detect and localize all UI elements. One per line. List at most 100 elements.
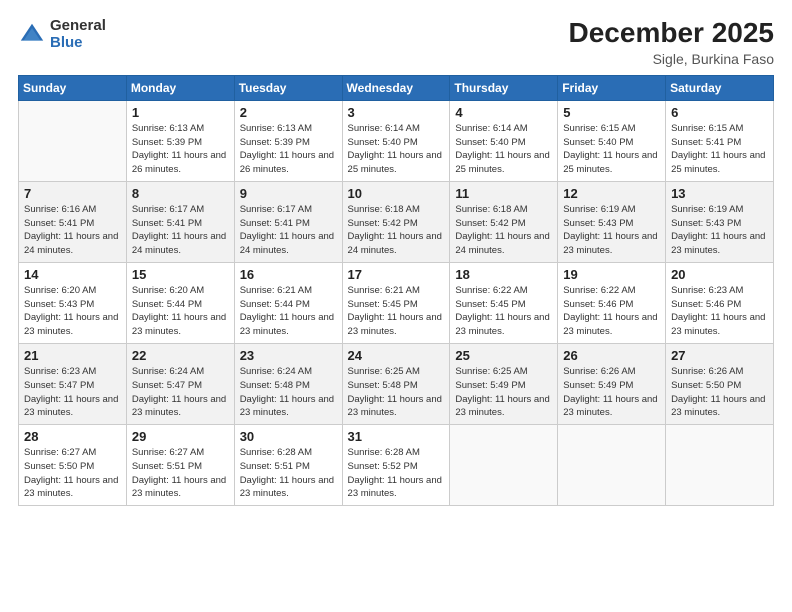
calendar-cell: 6 Sunrise: 6:15 AMSunset: 5:41 PMDaylight… xyxy=(666,100,774,181)
calendar-week-row: 21 Sunrise: 6:23 AMSunset: 5:47 PMDayligh… xyxy=(19,343,774,424)
day-info: Sunrise: 6:25 AMSunset: 5:49 PMDaylight:… xyxy=(455,365,552,420)
day-number: 28 xyxy=(24,429,121,444)
day-info: Sunrise: 6:19 AMSunset: 5:43 PMDaylight:… xyxy=(563,203,660,258)
day-info: Sunrise: 6:22 AMSunset: 5:46 PMDaylight:… xyxy=(563,284,660,339)
day-number: 26 xyxy=(563,348,660,363)
calendar-cell xyxy=(558,425,666,506)
page-container: General Blue December 2025 Sigle, Burkin… xyxy=(0,0,792,612)
day-number: 6 xyxy=(671,105,768,120)
calendar-weekday-tuesday: Tuesday xyxy=(234,75,342,100)
subtitle: Sigle, Burkina Faso xyxy=(569,51,774,67)
day-number: 14 xyxy=(24,267,121,282)
day-number: 21 xyxy=(24,348,121,363)
day-info: Sunrise: 6:20 AMSunset: 5:44 PMDaylight:… xyxy=(132,284,229,339)
calendar-cell: 2 Sunrise: 6:13 AMSunset: 5:39 PMDaylight… xyxy=(234,100,342,181)
day-info: Sunrise: 6:13 AMSunset: 5:39 PMDaylight:… xyxy=(240,122,337,177)
day-info: Sunrise: 6:22 AMSunset: 5:45 PMDaylight:… xyxy=(455,284,552,339)
calendar-cell: 20 Sunrise: 6:23 AMSunset: 5:46 PMDayligh… xyxy=(666,262,774,343)
day-number: 19 xyxy=(563,267,660,282)
day-info: Sunrise: 6:25 AMSunset: 5:48 PMDaylight:… xyxy=(348,365,445,420)
calendar-cell xyxy=(666,425,774,506)
day-info: Sunrise: 6:27 AMSunset: 5:50 PMDaylight:… xyxy=(24,446,121,501)
day-number: 24 xyxy=(348,348,445,363)
calendar-cell: 8 Sunrise: 6:17 AMSunset: 5:41 PMDaylight… xyxy=(126,181,234,262)
title-section: December 2025 Sigle, Burkina Faso xyxy=(569,18,774,67)
calendar-cell: 9 Sunrise: 6:17 AMSunset: 5:41 PMDaylight… xyxy=(234,181,342,262)
day-number: 22 xyxy=(132,348,229,363)
day-info: Sunrise: 6:19 AMSunset: 5:43 PMDaylight:… xyxy=(671,203,768,258)
day-info: Sunrise: 6:21 AMSunset: 5:45 PMDaylight:… xyxy=(348,284,445,339)
calendar-cell: 17 Sunrise: 6:21 AMSunset: 5:45 PMDayligh… xyxy=(342,262,450,343)
calendar-cell: 4Sunrise: 6:14 AMSunset: 5:40 PMDaylight… xyxy=(450,100,558,181)
calendar-cell: 13Sunrise: 6:19 AMSunset: 5:43 PMDayligh… xyxy=(666,181,774,262)
day-info: Sunrise: 6:24 AMSunset: 5:48 PMDaylight:… xyxy=(240,365,337,420)
calendar-cell: 31Sunrise: 6:28 AMSunset: 5:52 PMDayligh… xyxy=(342,425,450,506)
calendar-weekday-wednesday: Wednesday xyxy=(342,75,450,100)
calendar-cell xyxy=(450,425,558,506)
day-number: 20 xyxy=(671,267,768,282)
logo-icon xyxy=(18,21,46,49)
calendar-cell: 21 Sunrise: 6:23 AMSunset: 5:47 PMDayligh… xyxy=(19,343,127,424)
calendar-cell: 22 Sunrise: 6:24 AMSunset: 5:47 PMDayligh… xyxy=(126,343,234,424)
day-number: 23 xyxy=(240,348,337,363)
calendar-cell: 30 Sunrise: 6:28 AMSunset: 5:51 PMDayligh… xyxy=(234,425,342,506)
day-number: 10 xyxy=(348,186,445,201)
calendar-header-row: SundayMondayTuesdayWednesdayThursdayFrid… xyxy=(19,75,774,100)
calendar-weekday-monday: Monday xyxy=(126,75,234,100)
calendar-cell: 18Sunrise: 6:22 AMSunset: 5:45 PMDayligh… xyxy=(450,262,558,343)
day-info: Sunrise: 6:16 AMSunset: 5:41 PMDaylight:… xyxy=(24,203,121,258)
calendar-cell: 27Sunrise: 6:26 AMSunset: 5:50 PMDayligh… xyxy=(666,343,774,424)
day-info: Sunrise: 6:21 AMSunset: 5:44 PMDaylight:… xyxy=(240,284,337,339)
calendar-cell: 10 Sunrise: 6:18 AMSunset: 5:42 PMDayligh… xyxy=(342,181,450,262)
logo-general-text: General xyxy=(50,18,106,35)
day-info: Sunrise: 6:20 AMSunset: 5:43 PMDaylight:… xyxy=(24,284,121,339)
calendar-weekday-sunday: Sunday xyxy=(19,75,127,100)
day-info: Sunrise: 6:23 AMSunset: 5:47 PMDaylight:… xyxy=(24,365,121,420)
calendar-cell: 5 Sunrise: 6:15 AMSunset: 5:40 PMDaylight… xyxy=(558,100,666,181)
day-number: 27 xyxy=(671,348,768,363)
day-number: 17 xyxy=(348,267,445,282)
header: General Blue December 2025 Sigle, Burkin… xyxy=(18,18,774,67)
day-info: Sunrise: 6:28 AMSunset: 5:52 PMDaylight:… xyxy=(348,446,445,501)
day-number: 8 xyxy=(132,186,229,201)
calendar-week-row: 1Sunrise: 6:13 AMSunset: 5:39 PMDaylight… xyxy=(19,100,774,181)
day-info: Sunrise: 6:24 AMSunset: 5:47 PMDaylight:… xyxy=(132,365,229,420)
day-number: 30 xyxy=(240,429,337,444)
calendar-cell: 11Sunrise: 6:18 AMSunset: 5:42 PMDayligh… xyxy=(450,181,558,262)
day-number: 12 xyxy=(563,186,660,201)
day-number: 5 xyxy=(563,105,660,120)
calendar-cell xyxy=(19,100,127,181)
day-info: Sunrise: 6:14 AMSunset: 5:40 PMDaylight:… xyxy=(455,122,552,177)
calendar-week-row: 28 Sunrise: 6:27 AMSunset: 5:50 PMDayligh… xyxy=(19,425,774,506)
logo-blue-text: Blue xyxy=(50,35,106,52)
day-number: 29 xyxy=(132,429,229,444)
day-number: 9 xyxy=(240,186,337,201)
day-info: Sunrise: 6:15 AMSunset: 5:41 PMDaylight:… xyxy=(671,122,768,177)
calendar-cell: 14 Sunrise: 6:20 AMSunset: 5:43 PMDayligh… xyxy=(19,262,127,343)
day-info: Sunrise: 6:18 AMSunset: 5:42 PMDaylight:… xyxy=(348,203,445,258)
calendar-weekday-thursday: Thursday xyxy=(450,75,558,100)
calendar-week-row: 7Sunrise: 6:16 AMSunset: 5:41 PMDaylight… xyxy=(19,181,774,262)
calendar-cell: 19 Sunrise: 6:22 AMSunset: 5:46 PMDayligh… xyxy=(558,262,666,343)
day-info: Sunrise: 6:15 AMSunset: 5:40 PMDaylight:… xyxy=(563,122,660,177)
day-info: Sunrise: 6:17 AMSunset: 5:41 PMDaylight:… xyxy=(132,203,229,258)
calendar-cell: 29Sunrise: 6:27 AMSunset: 5:51 PMDayligh… xyxy=(126,425,234,506)
logo: General Blue xyxy=(18,18,106,51)
calendar-cell: 23 Sunrise: 6:24 AMSunset: 5:48 PMDayligh… xyxy=(234,343,342,424)
calendar-weekday-friday: Friday xyxy=(558,75,666,100)
day-info: Sunrise: 6:28 AMSunset: 5:51 PMDaylight:… xyxy=(240,446,337,501)
day-number: 2 xyxy=(240,105,337,120)
calendar-week-row: 14 Sunrise: 6:20 AMSunset: 5:43 PMDayligh… xyxy=(19,262,774,343)
day-number: 11 xyxy=(455,186,552,201)
main-title: December 2025 xyxy=(569,18,774,49)
calendar-table: SundayMondayTuesdayWednesdayThursdayFrid… xyxy=(18,75,774,506)
calendar-cell: 28 Sunrise: 6:27 AMSunset: 5:50 PMDayligh… xyxy=(19,425,127,506)
day-info: Sunrise: 6:23 AMSunset: 5:46 PMDaylight:… xyxy=(671,284,768,339)
calendar-cell: 12 Sunrise: 6:19 AMSunset: 5:43 PMDayligh… xyxy=(558,181,666,262)
day-info: Sunrise: 6:17 AMSunset: 5:41 PMDaylight:… xyxy=(240,203,337,258)
calendar-cell: 25Sunrise: 6:25 AMSunset: 5:49 PMDayligh… xyxy=(450,343,558,424)
calendar-cell: 16Sunrise: 6:21 AMSunset: 5:44 PMDayligh… xyxy=(234,262,342,343)
calendar-cell: 1Sunrise: 6:13 AMSunset: 5:39 PMDaylight… xyxy=(126,100,234,181)
day-info: Sunrise: 6:14 AMSunset: 5:40 PMDaylight:… xyxy=(348,122,445,177)
calendar-cell: 15Sunrise: 6:20 AMSunset: 5:44 PMDayligh… xyxy=(126,262,234,343)
